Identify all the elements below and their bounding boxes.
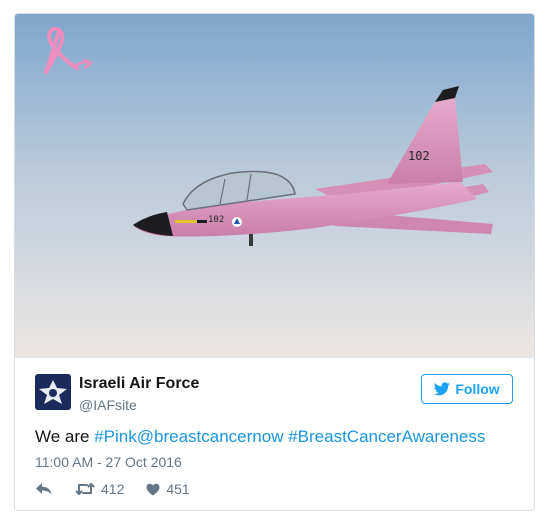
photo-divider [15,357,534,358]
follow-button[interactable]: Follow [421,374,513,404]
tweet-text-prefix: We are [35,427,95,446]
reply-icon [35,482,53,496]
tweet-card: 102 102 Israeli Air Force @IAFsite Follo… [14,13,535,511]
tweet-timestamp[interactable]: 11:00 AM - 27 Oct 2016 [35,454,182,470]
svg-text:102: 102 [208,215,224,225]
author-name[interactable]: Israeli Air Force [79,375,199,393]
twitter-bird-icon [434,382,451,396]
like-button[interactable]: 451 [146,481,190,497]
author-handle[interactable]: @IAFsite [79,397,137,413]
hashtag-breastcancerawareness[interactable]: #BreastCancerAwareness [288,427,485,446]
tweet-text: We are #Pink@breastcancernow #BreastCanc… [35,427,485,447]
retweet-icon [75,482,95,496]
follow-label: Follow [455,381,500,397]
heart-icon [146,483,160,496]
retweet-button[interactable]: 412 [75,481,124,497]
like-count: 451 [166,481,190,497]
hashtag-pink[interactable]: #Pink [94,427,137,446]
tweet-actions: 412 451 [35,479,212,499]
tweet-photo[interactable]: 102 102 [15,14,534,357]
retweet-count: 412 [101,481,125,497]
mention-breastcancernow[interactable]: @breastcancernow [137,427,284,446]
avatar[interactable] [35,374,71,410]
svg-text:102: 102 [408,149,430,163]
reply-button[interactable] [35,482,53,496]
